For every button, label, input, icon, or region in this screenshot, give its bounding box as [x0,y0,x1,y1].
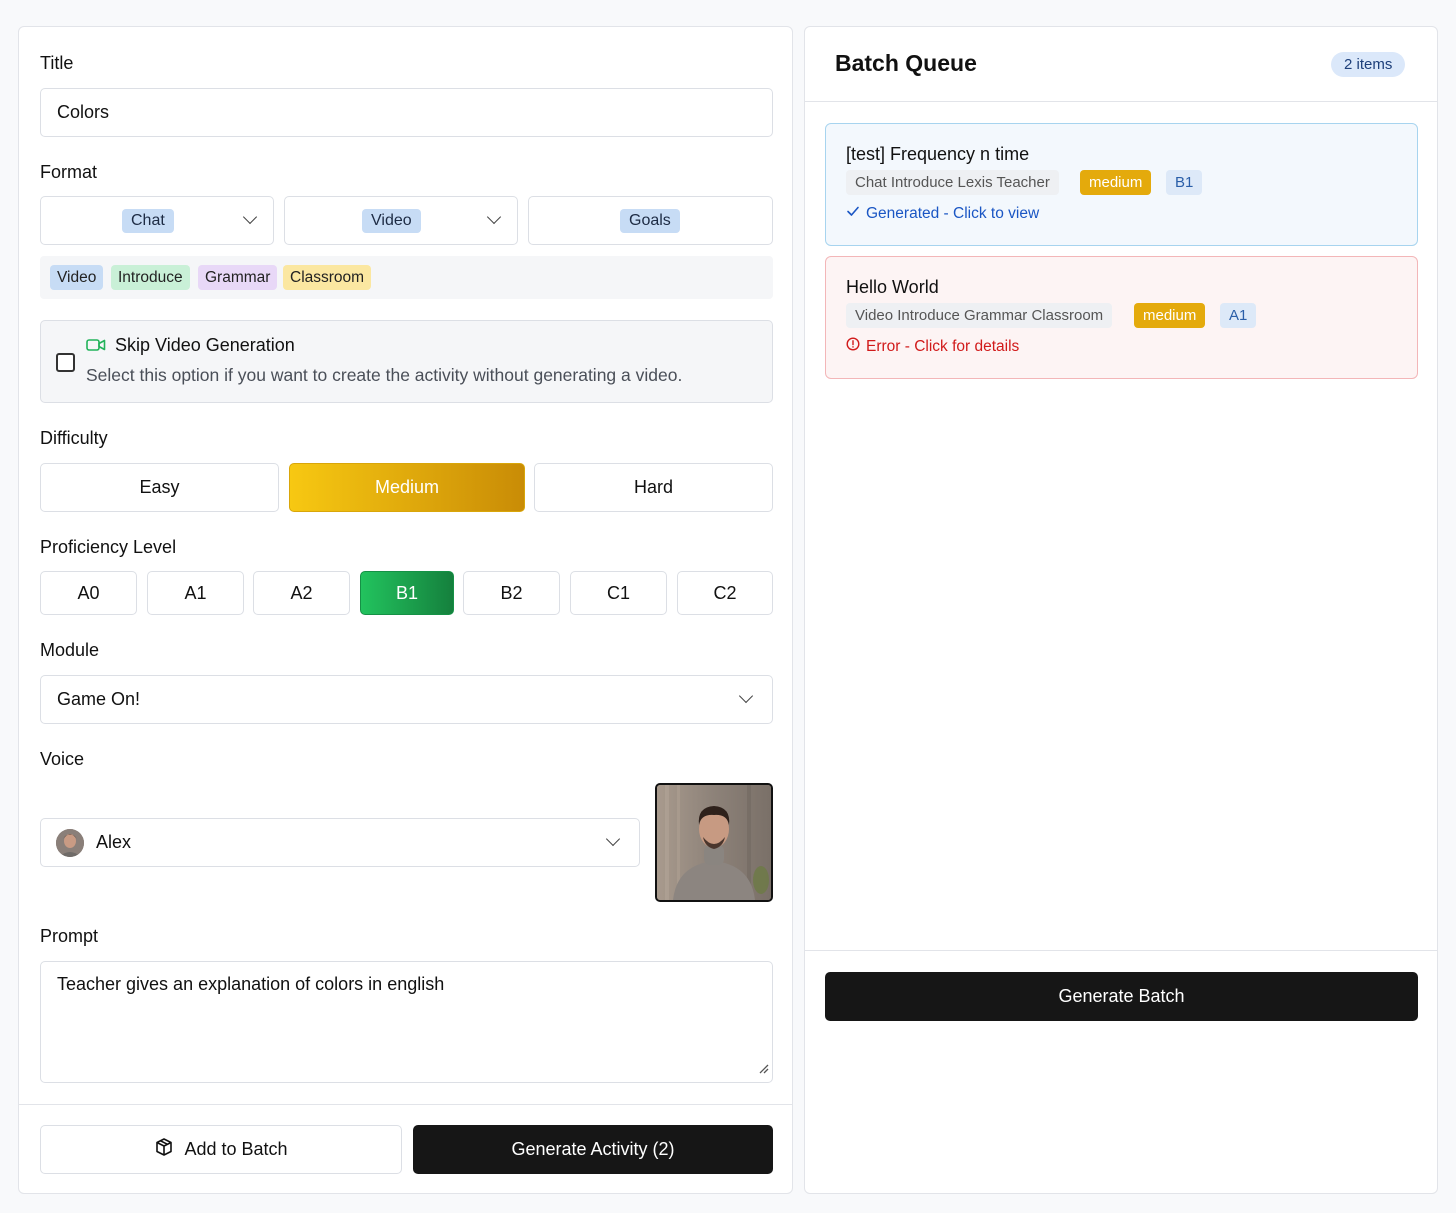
chevron-down-icon [605,831,621,847]
format-label: Format [40,162,98,182]
prompt-textarea-value: Teacher gives an explanation of colors i… [57,974,445,994]
voice-preview-image[interactable] [655,783,773,902]
module-label: Module [40,640,100,660]
title-input[interactable]: Colors [40,88,773,137]
generate-batch-button[interactable]: Generate Batch [825,972,1418,1021]
level-c2-button[interactable]: C2 [677,571,773,615]
queue-item-level: B1 [1166,170,1203,195]
format-select-goal-value: Goals [620,209,680,233]
format-select-goal[interactable]: Goals [528,196,773,245]
title-input-value: Colors [57,102,110,122]
queue-item-status[interactable]: Generated - Click to view [846,204,1039,223]
proficiency-label: Proficiency Level [40,537,177,557]
queue-item-status[interactable]: Error - Click for details [846,337,1019,356]
chevron-down-icon [242,209,258,225]
voice-avatar [56,829,84,857]
skip-video-description: Select this option if you want to create… [86,365,683,385]
activity-form-panel: Title Colors Format Chat Video Goals Vid… [18,26,793,1194]
level-c1-button[interactable]: C1 [570,571,667,615]
level-a0-button[interactable]: A0 [40,571,137,615]
module-select-value: Game On! [57,689,141,709]
queue-item-title: [test] Frequency n time [846,144,1030,164]
generate-activity-button[interactable]: Generate Activity (2) [413,1125,773,1174]
package-icon [154,1137,174,1162]
check-icon [846,204,860,223]
voice-select[interactable]: Alex [40,818,640,867]
voice-label: Voice [40,749,85,769]
title-label: Title [40,53,74,73]
queue-item[interactable]: Hello World Video Introduce Grammar Clas… [825,256,1418,379]
format-select-type[interactable]: Chat [40,196,274,245]
queue-item-level: A1 [1220,303,1257,328]
skip-video-title: Skip Video Generation [115,335,295,355]
skip-video-checkbox[interactable] [56,353,75,372]
queue-item-format: Chat Introduce Lexis Teacher [846,170,1059,195]
level-a2-button[interactable]: A2 [253,571,350,615]
header-divider [805,101,1437,102]
queue-item-title: Hello World [846,277,939,297]
chevron-down-icon [486,209,502,225]
prompt-label: Prompt [40,926,99,946]
level-b2-button[interactable]: B2 [463,571,560,615]
resize-handle-icon[interactable] [757,1061,769,1079]
queue-item-difficulty: medium [1134,303,1206,328]
queue-footer-divider [805,950,1437,951]
queue-count-badge: 2 items [1331,52,1406,77]
voice-select-value: Alex [96,832,132,852]
difficulty-easy-button[interactable]: Easy [40,463,279,512]
format-select-mode-value: Video [362,209,421,233]
queue-item-status-text: Generated - Click to view [866,204,1040,222]
module-select[interactable]: Game On! [40,675,773,724]
prompt-textarea[interactable]: Teacher gives an explanation of colors i… [40,961,773,1083]
add-to-batch-label: Add to Batch [184,1139,288,1159]
level-b1-button[interactable]: B1 [360,571,454,615]
format-select-type-value: Chat [122,209,174,233]
footer-divider [19,1104,792,1105]
batch-queue-panel: Batch Queue 2 items [test] Frequency n t… [804,26,1438,1194]
level-a1-button[interactable]: A1 [147,571,244,615]
add-to-batch-button[interactable]: Add to Batch [40,1125,402,1174]
tag-classroom: Classroom [283,265,372,290]
tag-video: Video [50,265,104,290]
format-select-mode[interactable]: Video [284,196,518,245]
alert-circle-icon [846,337,860,356]
queue-item-status-text: Error - Click for details [866,337,1020,355]
batch-queue-title: Batch Queue [835,50,977,76]
chevron-down-icon [738,688,754,704]
video-camera-icon [86,338,106,357]
difficulty-medium-button[interactable]: Medium [289,463,525,512]
skip-video-option: Skip Video Generation Select this option… [40,320,773,403]
difficulty-hard-button[interactable]: Hard [534,463,773,512]
queue-item[interactable]: [test] Frequency n time Chat Introduce L… [825,123,1418,246]
queue-item-format: Video Introduce Grammar Classroom [846,303,1113,328]
difficulty-label: Difficulty [40,428,108,448]
tag-introduce: Introduce [111,265,190,290]
queue-item-difficulty: medium [1080,170,1152,195]
tag-grammar: Grammar [198,265,278,290]
format-tags: Video Introduce Grammar Classroom [40,256,773,299]
